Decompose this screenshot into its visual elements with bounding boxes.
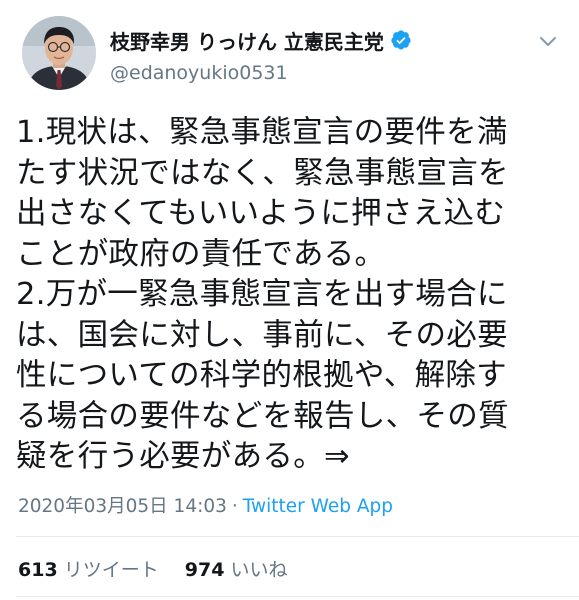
tweet-text-line: 出さなくてもいいように押さえ込む — [16, 196, 506, 231]
tweet-text-line: る場合の要件などを報告し、その質 — [16, 398, 509, 434]
tweet-text-line: 疑を行う必要がある。⇒ — [16, 439, 350, 474]
tweet-text-line: たす状況ではなく、緊急事態宣言を — [16, 155, 509, 191]
retweets-label: リツイート — [63, 559, 159, 581]
author-name-row: 枝野幸男 りっけん 立憲民主党 — [110, 26, 412, 54]
tweet-text-line: 2.万が一緊急事態宣言を出す場合に — [16, 277, 508, 312]
author-handle[interactable]: @edanoyukio0531 — [110, 62, 288, 84]
timestamp[interactable]: 2020年03月05日 14:03 — [18, 496, 227, 517]
likes-stat[interactable]: 974 いいね — [185, 559, 288, 581]
source-link[interactable]: Twitter Web App — [243, 496, 393, 517]
profile-photo — [22, 16, 96, 90]
meta-separator: · — [231, 496, 238, 517]
divider — [16, 596, 579, 597]
tweet-text-line: 性についての科学的根拠や、解除す — [16, 358, 507, 393]
retweets-count: 613 — [18, 559, 58, 581]
tweet-text-line: 1.現状は、緊急事態宣言の要件を満 — [16, 115, 508, 150]
tweet-card: 枝野幸男 りっけん 立憲民主党 @edanoyukio0531 1.現状は、緊急… — [0, 0, 579, 600]
divider — [16, 536, 579, 537]
tweet-text-line: ことが政府の責任である。 — [16, 236, 386, 272]
display-name[interactable]: 枝野幸男 りっけん 立憲民主党 — [110, 26, 384, 55]
avatar[interactable] — [22, 16, 96, 90]
tweet-stats: 613 リツイート 974 いいね — [18, 555, 308, 582]
tweet-text-line: は、国会に対し、事前に、その必要 — [16, 317, 508, 353]
retweets-stat[interactable]: 613 リツイート — [18, 559, 165, 581]
chevron-down-icon[interactable] — [537, 30, 559, 52]
tweet-text: 1.現状は、緊急事態宣言の要件を満 たす状況ではなく、緊急事態宣言を 出さなくて… — [16, 113, 566, 478]
verified-badge-icon — [390, 29, 412, 51]
likes-count: 974 — [184, 559, 225, 581]
likes-label: いいね — [230, 559, 288, 581]
tweet-meta: 2020年03月05日 14:03 · Twitter Web App — [18, 492, 393, 518]
